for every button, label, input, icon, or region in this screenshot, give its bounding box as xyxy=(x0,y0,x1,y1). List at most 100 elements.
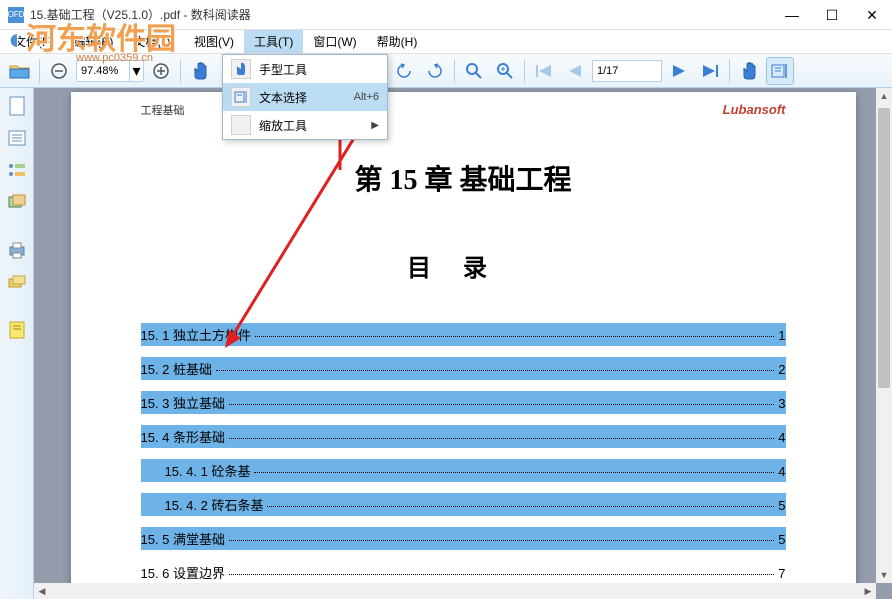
toc-label: 15. 2 桩基础 xyxy=(141,359,213,378)
menu-file[interactable]: 文件(F) xyxy=(4,30,63,53)
sidebar-layers[interactable] xyxy=(5,270,29,294)
sidebar-bookmark[interactable] xyxy=(5,158,29,182)
menu-edit[interactable]: 编辑(E) xyxy=(63,30,123,53)
hand-icon xyxy=(741,62,757,80)
layers-icon xyxy=(8,275,26,289)
menu-document[interactable]: 文档(D) xyxy=(123,30,184,53)
toc-entry[interactable]: 15. 1 独立土方构件1 xyxy=(141,323,786,346)
toc-page-num: 4 xyxy=(778,464,785,479)
scroll-thumb[interactable] xyxy=(878,108,890,388)
next-page-icon xyxy=(671,64,687,78)
toc-page-num: 2 xyxy=(778,362,785,377)
toc-entry[interactable]: 15. 4. 2 砖石条基 5 xyxy=(141,493,786,516)
toolbar: ▾ xyxy=(0,54,892,88)
titlebar: OFD 15.基础工程（V25.1.0）.pdf - 数科阅读器 — ☐ ✕ xyxy=(0,0,892,30)
zoom-out-button[interactable] xyxy=(45,57,73,85)
toc-entry[interactable]: 15. 5 满堂基础 5 xyxy=(141,527,786,550)
hand-tool-button[interactable] xyxy=(186,57,214,85)
folder-open-icon xyxy=(9,62,31,80)
plus-circle-icon xyxy=(152,62,170,80)
first-page-button[interactable] xyxy=(530,57,558,85)
scroll-down-button[interactable]: ▼ xyxy=(876,567,892,583)
rotate-left-icon xyxy=(395,62,413,80)
prev-page-button[interactable] xyxy=(561,57,589,85)
last-page-icon xyxy=(701,64,719,78)
zoom-dropdown-arrow[interactable]: ▾ xyxy=(129,61,143,81)
hand-icon xyxy=(235,62,247,76)
magnifier-plus-icon xyxy=(495,61,515,81)
menu-tools[interactable]: 工具(T) xyxy=(244,30,303,53)
toc-page-num: 4 xyxy=(778,430,785,445)
document-viewport[interactable]: 工程基础 Lubansoft 第 15 章 基础工程 目录 15. 1 独立土方… xyxy=(34,88,892,599)
page-input[interactable] xyxy=(592,60,662,82)
text-cursor-icon xyxy=(234,91,248,103)
toc-entry[interactable]: 15. 2 桩基础 2 xyxy=(141,357,786,380)
open-button[interactable] xyxy=(6,57,34,85)
last-page-button[interactable] xyxy=(696,57,724,85)
sidebar-outline[interactable] xyxy=(5,126,29,150)
toc-page-num: 3 xyxy=(778,396,785,411)
scroll-right-button[interactable]: ▶ xyxy=(860,583,876,599)
menu-window[interactable]: 窗口(W) xyxy=(303,30,366,53)
zoom-in-button[interactable] xyxy=(147,57,175,85)
app-icon: OFD xyxy=(8,7,24,23)
maximize-button[interactable]: ☐ xyxy=(812,0,852,30)
note-icon xyxy=(9,321,25,339)
toc-page-num: 5 xyxy=(778,498,785,513)
vertical-scrollbar[interactable]: ▲ ▼ xyxy=(876,88,892,583)
sidebar-page-thumb[interactable] xyxy=(5,94,29,118)
dropdown-label: 缩放工具 xyxy=(259,117,371,134)
dropdown-label: 文本选择 xyxy=(259,89,354,106)
menu-help[interactable]: 帮助(H) xyxy=(367,30,428,53)
tree-icon xyxy=(8,163,26,177)
toc-entry[interactable]: 15. 4. 1 砼条基 4 xyxy=(141,459,786,482)
dropdown-text-select[interactable]: 文本选择 Alt+6 xyxy=(223,83,387,111)
toc-entry[interactable]: 15. 4 条形基础 4 xyxy=(141,425,786,448)
pdf-page: 工程基础 Lubansoft 第 15 章 基础工程 目录 15. 1 独立土方… xyxy=(71,92,856,599)
rotate-left-button[interactable] xyxy=(390,57,418,85)
search-button[interactable] xyxy=(460,57,488,85)
toc-page-num: 7 xyxy=(778,566,785,581)
zoom-input[interactable] xyxy=(77,65,129,77)
horizontal-scrollbar[interactable]: ◀ ▶ xyxy=(34,583,876,599)
toc-label: 15. 3 独立基础 xyxy=(141,393,226,412)
toc-label: 15. 5 满堂基础 xyxy=(141,529,226,548)
toc-entry[interactable]: 15. 3 独立基础 3 xyxy=(141,391,786,414)
first-page-icon xyxy=(535,64,553,78)
scroll-left-button[interactable]: ◀ xyxy=(34,583,50,599)
rotate-right-button[interactable] xyxy=(421,57,449,85)
close-button[interactable]: ✕ xyxy=(852,0,892,30)
hand-mode-button[interactable] xyxy=(735,57,763,85)
brand-logo: Lubansoft xyxy=(723,102,786,118)
dropdown-zoom-tool[interactable]: 缩放工具 ▶ xyxy=(223,111,387,139)
toc-label: 15. 4. 1 砼条基 xyxy=(165,461,251,480)
sidebar-attachments[interactable] xyxy=(5,190,29,214)
search-plus-button[interactable] xyxy=(491,57,519,85)
text-select-mode-button[interactable] xyxy=(766,57,794,85)
toc-heading: 目录 xyxy=(141,248,786,283)
scroll-up-button[interactable]: ▲ xyxy=(876,88,892,104)
dropdown-hand-tool[interactable]: 手型工具 xyxy=(223,55,387,83)
menu-view[interactable]: 视图(V) xyxy=(184,30,244,53)
sidebar-print[interactable] xyxy=(5,238,29,262)
toc-label: 15. 4. 2 砖石条基 xyxy=(165,495,264,514)
page-header-left: 工程基础 xyxy=(141,102,185,118)
toc-label: 15. 6 设置边界 xyxy=(141,563,226,582)
toc-page-num: 5 xyxy=(778,532,785,547)
minimize-button[interactable]: — xyxy=(772,0,812,30)
menubar: 文件(F) 编辑(E) 文档(D) 视图(V) 工具(T) 窗口(W) 帮助(H… xyxy=(0,30,892,54)
rotate-right-icon xyxy=(426,62,444,80)
hand-icon xyxy=(192,62,208,80)
toc-entry[interactable]: 15. 6 设置边界 7 xyxy=(141,561,786,584)
printer-icon xyxy=(8,241,26,259)
minus-circle-icon xyxy=(50,62,68,80)
toc-label: 15. 4 条形基础 xyxy=(141,427,226,446)
next-page-button[interactable] xyxy=(665,57,693,85)
text-cursor-icon xyxy=(771,63,789,79)
list-icon xyxy=(8,130,26,146)
dropdown-label: 手型工具 xyxy=(259,61,379,78)
magnifier-icon xyxy=(464,61,484,81)
zoom-combo[interactable]: ▾ xyxy=(76,60,144,82)
prev-page-icon xyxy=(567,64,583,78)
sidebar-notes[interactable] xyxy=(5,318,29,342)
